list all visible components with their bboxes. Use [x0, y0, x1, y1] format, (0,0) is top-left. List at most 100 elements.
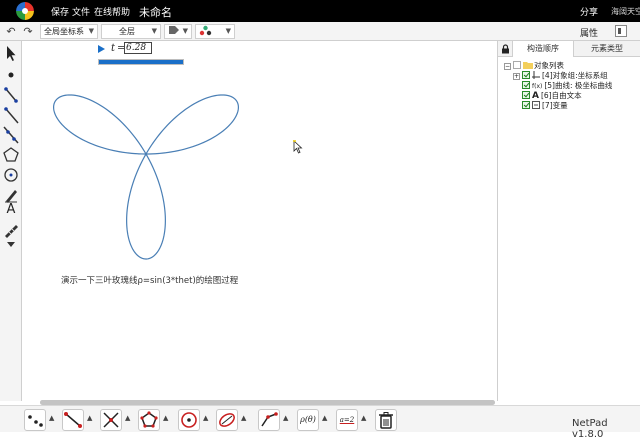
mouse-cursor-icon	[293, 140, 303, 154]
variable-icon	[532, 101, 540, 109]
top-toolbar: ↶ ↷ 全局坐标系 ▼ 全层 ▼ ▼ ▼ 属性	[0, 22, 640, 41]
visibility-checkbox[interactable]	[522, 101, 530, 109]
chevron-down-icon[interactable]: ▲	[283, 414, 288, 422]
animation-progress-fill	[99, 60, 183, 64]
equation-icon: a=2	[339, 416, 355, 424]
function-icon: ρ(θ)	[300, 415, 316, 424]
points-icon	[28, 415, 43, 427]
tree-item[interactable]: f(x) [5]曲线: 极坐标曲线	[522, 81, 612, 91]
document-title[interactable]: 未命名	[139, 4, 172, 20]
tree-root-label: 对象列表	[534, 61, 564, 70]
transform-tool-button[interactable]	[216, 409, 238, 431]
chevron-down-icon: ▼	[151, 27, 157, 35]
chevron-down-icon: ▼	[225, 27, 231, 35]
delete-button[interactable]	[375, 409, 397, 431]
visibility-checkbox[interactable]	[522, 91, 530, 99]
chevron-down-icon[interactable]: ▲	[203, 414, 208, 422]
chevron-down-icon[interactable]: ▲	[87, 414, 92, 422]
chevron-down-icon[interactable]: ▲	[125, 414, 130, 422]
chevron-down-icon[interactable]: ▲	[163, 414, 168, 422]
anim-value-field[interactable]: 6.28	[124, 42, 152, 54]
folder-icon	[523, 62, 533, 69]
axis-icon	[532, 71, 540, 79]
angle-icon	[261, 412, 278, 427]
equation-tool-button[interactable]: a=2	[336, 409, 358, 431]
tree-item-label: [7]变量	[542, 101, 568, 110]
color-style-select[interactable]: ▼	[195, 24, 235, 39]
tree-item-label: [6]自由文本	[540, 91, 582, 100]
app-version: NetPad v1.8.0	[572, 418, 608, 440]
user-name[interactable]: 海阔天空	[611, 6, 640, 17]
tree-item-label: [4]对象组:坐标系组	[542, 71, 608, 80]
coord-system-value: 全局坐标系	[44, 27, 84, 36]
menu-save[interactable]: 保存	[51, 5, 69, 18]
line-icon[interactable]	[3, 126, 19, 144]
polygon-icon[interactable]	[3, 146, 19, 164]
title-bar: 保存 文件 在线帮助 未命名 分享 海阔天空	[0, 0, 640, 22]
ellipse-icon	[219, 413, 235, 427]
netpad-logo-icon[interactable]	[16, 2, 34, 20]
segment-icon[interactable]	[3, 86, 19, 104]
chevron-down-icon[interactable]: ▲	[241, 414, 246, 422]
intersection-tool-button[interactable]	[100, 409, 122, 431]
tree-root[interactable]: − 对象列表	[504, 61, 564, 71]
tree-item[interactable]: A [6]自由文本	[522, 91, 582, 101]
visibility-checkbox[interactable]	[522, 71, 530, 79]
anim-variable-name: t	[111, 43, 116, 54]
play-icon[interactable]	[98, 45, 105, 53]
measure-tool-button[interactable]	[258, 409, 280, 431]
bottom-toolbar: ▲ ▲ ▲ ▲ ▲ ▲ ▲ ρ(θ) ▲ a=2 ▲ NetPad v1.8.0	[0, 405, 640, 440]
layer-value: 全层	[119, 27, 135, 36]
tree-item-label: [5]曲线: 极坐标曲线	[544, 81, 613, 90]
tab-construction-order[interactable]: 构造顺序	[512, 41, 574, 57]
more-tools-icon[interactable]	[3, 236, 19, 254]
tag-icon	[169, 26, 179, 34]
circle-tool-button[interactable]	[178, 409, 200, 431]
tab-element-types[interactable]: 元素类型	[574, 41, 640, 57]
text-icon[interactable]: A	[3, 201, 19, 219]
circle-icon	[181, 412, 197, 428]
tree-item[interactable]: [7]变量	[522, 101, 568, 111]
right-panel: 构造顺序 元素类型 − 对象列表 + [4]对象组:坐标系组 f(x) [5]曲线: …	[497, 41, 640, 401]
collapse-icon[interactable]: −	[504, 63, 511, 70]
animation-progress-bar[interactable]	[98, 59, 184, 65]
redo-icon[interactable]: ↷	[22, 24, 34, 39]
polygon-tool-button[interactable]	[138, 409, 160, 431]
undo-icon[interactable]: ↶	[5, 24, 17, 39]
trash-icon	[379, 412, 393, 429]
text-icon: A	[532, 91, 539, 101]
point-tool-button[interactable]	[24, 409, 46, 431]
chevron-down-icon[interactable]: ▲	[322, 414, 327, 422]
ray-icon[interactable]	[3, 106, 19, 124]
intersection-icon	[103, 412, 119, 428]
segment-icon	[64, 412, 82, 428]
visibility-checkbox[interactable]	[522, 81, 530, 89]
right-panel-tabs: 构造顺序 元素类型	[498, 41, 640, 57]
share-button[interactable]: 分享	[580, 5, 598, 18]
drawing-canvas[interactable]	[23, 41, 497, 399]
tag-style-select[interactable]: ▼	[164, 24, 192, 39]
canvas-caption-text[interactable]: 演示一下三叶玫瑰线ρ=sin(3*thet)的绘图过程	[61, 274, 238, 286]
chevron-down-icon[interactable]: ▲	[49, 414, 54, 422]
expand-icon[interactable]: +	[513, 73, 520, 80]
menu-file[interactable]: 文件	[72, 5, 90, 18]
tree-item[interactable]: + [4]对象组:坐标系组	[513, 71, 608, 81]
layer-select[interactable]: 全层 ▼	[101, 24, 161, 39]
chevron-down-icon[interactable]: ▲	[361, 414, 366, 422]
curve-icon: f(x)	[532, 83, 543, 90]
left-tool-palette: A	[0, 41, 22, 401]
root-checkbox[interactable]	[513, 61, 521, 69]
select-arrow-icon[interactable]	[3, 44, 19, 62]
segment-tool-button[interactable]	[62, 409, 84, 431]
three-leaf-rose-curve[interactable]	[52, 94, 240, 260]
menu-online-help[interactable]: 在线帮助	[94, 5, 130, 18]
polar-curve-plot	[52, 94, 240, 260]
point-icon[interactable]	[3, 66, 19, 84]
style-palette-icon	[199, 25, 212, 36]
function-tool-button[interactable]: ρ(θ)	[297, 409, 319, 431]
coord-system-select[interactable]: 全局坐标系 ▼	[40, 24, 98, 39]
lock-icon[interactable]	[498, 41, 512, 57]
panel-toggle-icon[interactable]	[615, 25, 627, 37]
circle-icon[interactable]	[3, 166, 19, 184]
properties-button[interactable]: 属性	[580, 26, 598, 39]
